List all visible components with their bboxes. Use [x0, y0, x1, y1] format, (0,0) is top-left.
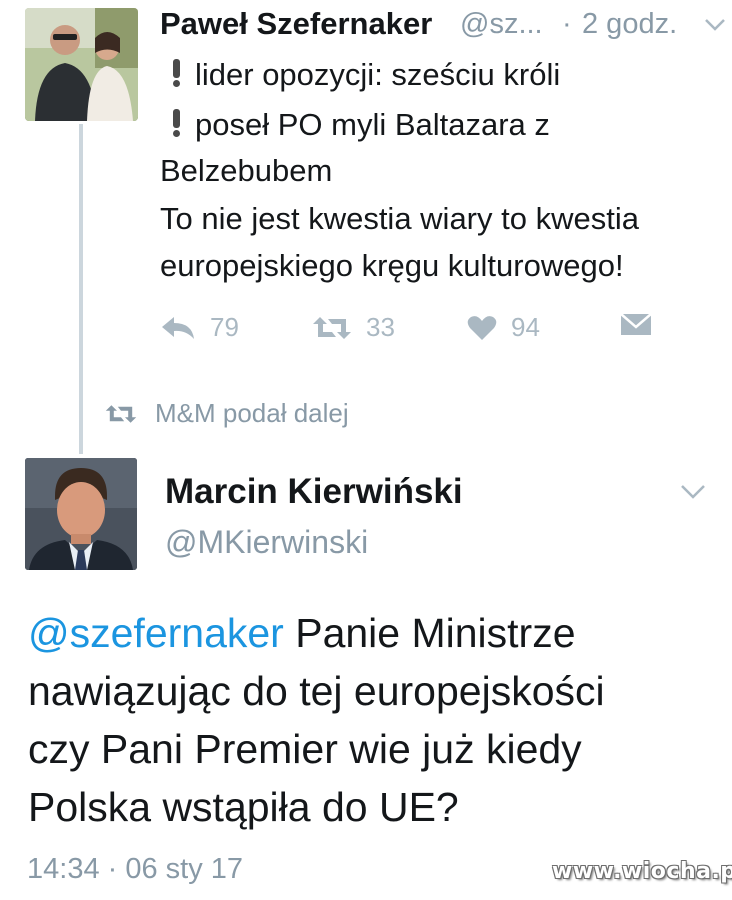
retweet-icon: [313, 316, 351, 339]
tweet2-handle[interactable]: @MKierwinski: [165, 524, 368, 561]
direct-message-button[interactable]: [620, 312, 666, 336]
retweet-notice-text: M&M podał dalej: [155, 398, 349, 428]
reply-button[interactable]: 79: [160, 312, 239, 343]
tweet1-text-4: To nie jest kwestia wiary to kwestia: [160, 201, 639, 236]
avatar-marcin-kierwinski[interactable]: [25, 458, 137, 570]
like-count: 94: [511, 312, 540, 342]
tweet2-line-4: Polska wstąpiła do UE?: [28, 784, 459, 830]
tweet1-handle[interactable]: @sz...: [460, 8, 543, 41]
direct-message-icon: [620, 313, 652, 335]
tweet1-text-1: lider opozycji: sześciu króli: [195, 57, 561, 92]
tweet1-line-1: lider opozycji: sześciu króli: [160, 52, 560, 98]
reply-icon: [162, 316, 194, 339]
avatar-pawel-szefernaker[interactable]: [25, 8, 138, 121]
reply-count: 79: [210, 312, 239, 342]
exclamation-icon: [173, 59, 180, 87]
tweet1-text-3: Belzebubem: [160, 153, 333, 188]
tweet1-line-2: poseł PO myli Baltazara z: [160, 102, 550, 148]
tweet1-timestamp[interactable]: 2 godz.: [582, 8, 677, 41]
heart-icon: [467, 315, 497, 340]
thread-connector-line: [79, 124, 83, 454]
tweet1-text-2: poseł PO myli Baltazara z: [195, 107, 550, 142]
tweet2-line-1-rest: Panie Ministrze: [283, 610, 576, 656]
tweet2-display-name[interactable]: Marcin Kierwiński: [165, 472, 463, 512]
chevron-down-icon[interactable]: [704, 18, 726, 32]
chevron-down-icon[interactable]: [680, 484, 706, 500]
tweet2-body: @szefernaker Panie Ministrze nawiązując …: [28, 604, 728, 836]
like-button[interactable]: 94: [467, 312, 540, 343]
tweet2-date[interactable]: 14:34 · 06 sty 17: [27, 853, 243, 886]
exclamation-icon: [173, 109, 180, 137]
tweet1-separator: ·: [562, 8, 572, 40]
retweet-count: 33: [366, 312, 395, 342]
tweet2-line-1: @szefernaker Panie Ministrze: [28, 604, 728, 662]
retweet-button[interactable]: 33: [312, 312, 395, 343]
mention-link[interactable]: @szefernaker: [28, 610, 284, 656]
tweet1-display-name[interactable]: Paweł Szefernaker: [160, 6, 432, 42]
retweet-icon: [105, 404, 137, 423]
tweet2-line-3: czy Pani Premier wie już kiedy: [28, 726, 582, 772]
retweet-notice[interactable]: M&M podał dalej: [105, 398, 349, 429]
tweet1-text-5: europejskiego kręgu kulturowego!: [160, 248, 624, 283]
watermark: www.wiocha.pl: [552, 859, 732, 884]
tweet2-line-2: nawiązując do tej europejskości: [28, 668, 605, 714]
